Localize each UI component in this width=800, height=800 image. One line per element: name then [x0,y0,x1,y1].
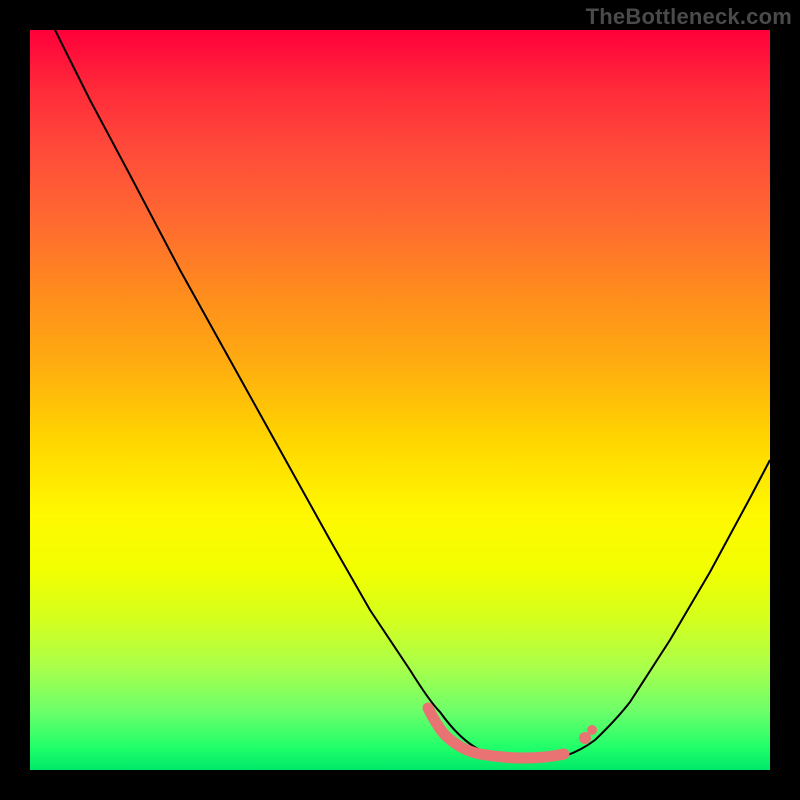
sweet-spot-end-dot-2 [587,725,597,735]
bottleneck-curve [55,30,770,760]
sweet-spot-highlight [428,708,564,758]
watermark-text: TheBottleneck.com [586,4,792,30]
plot-area [30,30,770,770]
chart-svg [30,30,770,770]
chart-frame: TheBottleneck.com [0,0,800,800]
